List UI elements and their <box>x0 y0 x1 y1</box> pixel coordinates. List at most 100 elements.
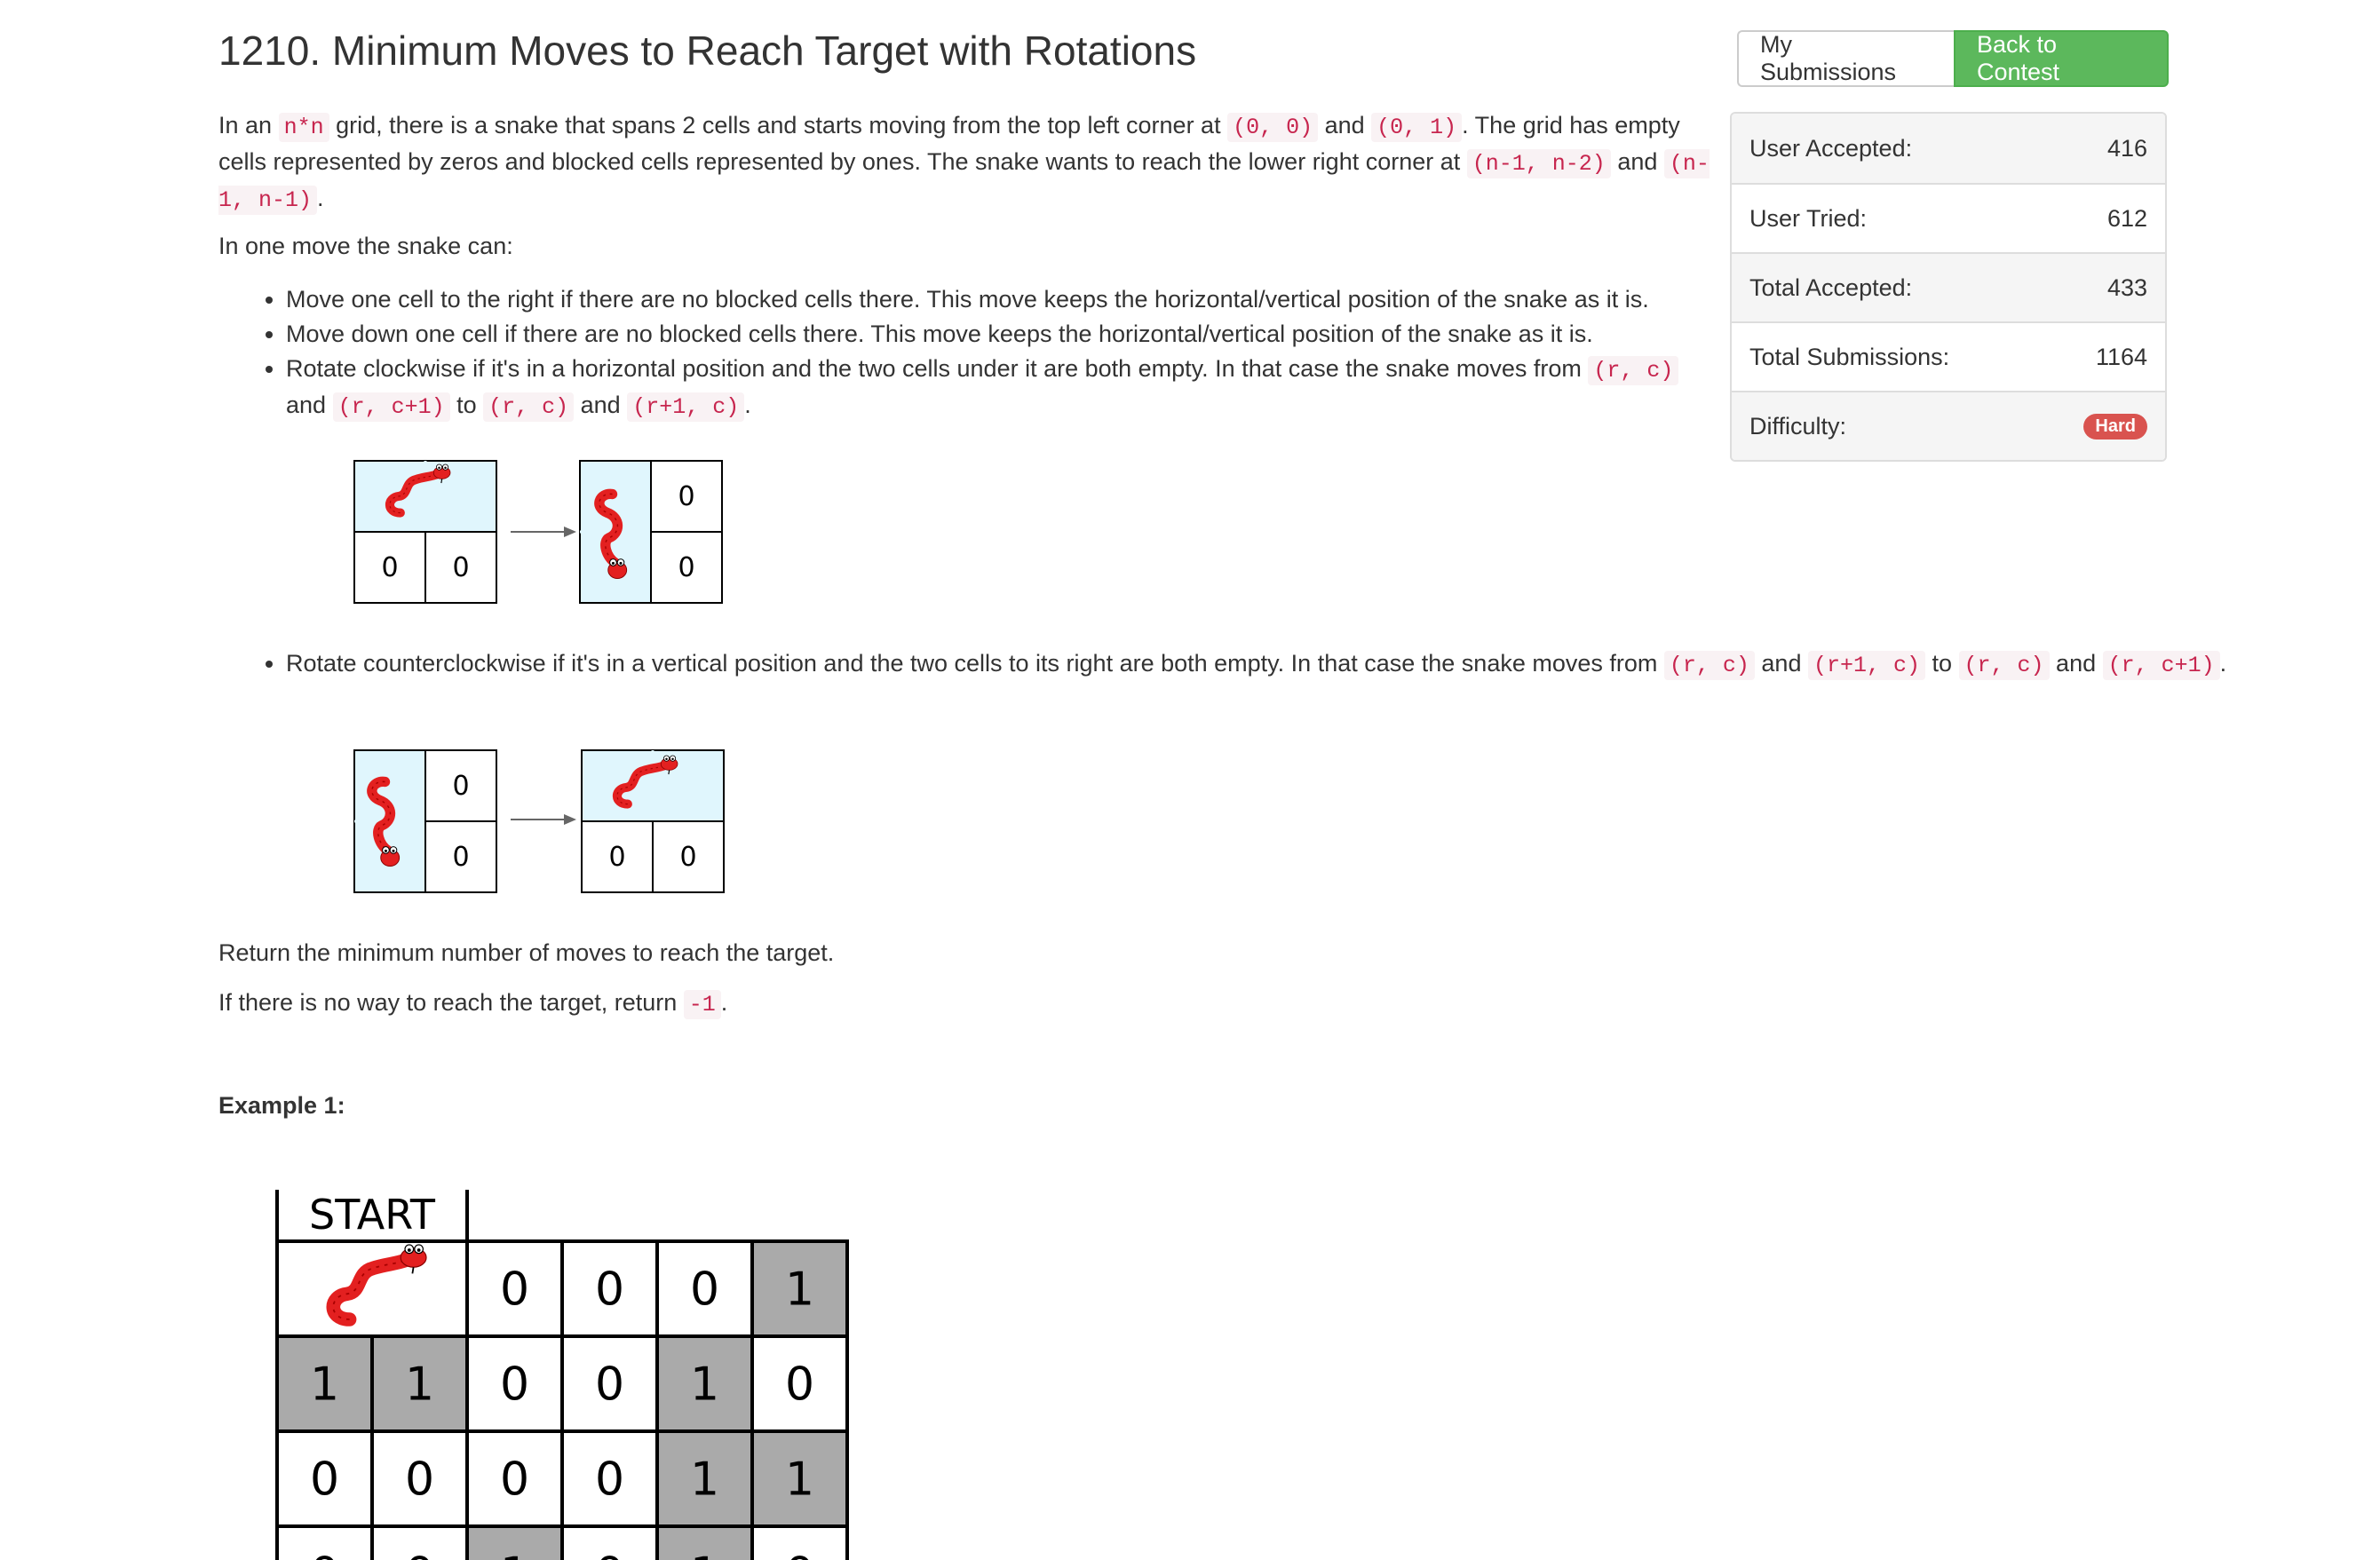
cell-value: 0 <box>678 552 694 583</box>
inline-code: (0, 0) <box>1227 113 1319 142</box>
grid-cell <box>581 749 654 822</box>
stat-value: 433 <box>2106 273 2147 301</box>
text-run: Move one cell to the right if there are … <box>286 286 1649 313</box>
return-text: Return the minimum number of moves to re… <box>218 939 835 966</box>
text-run: . <box>2219 650 2227 677</box>
cell-value: 0 <box>452 771 469 802</box>
cell-value: 0 <box>679 842 696 873</box>
text-run: . <box>720 989 728 1016</box>
back-to-contest-button[interactable]: Back to Contest <box>1954 30 2169 87</box>
text-run: to <box>1925 650 1959 677</box>
example-1-grid: START 0 0 0 1 1 1 0 0 1 0 0 0 0 0 1 1 0 0 1 0 1 0 <box>275 1190 849 1560</box>
inline-code: (r+1, c) <box>1807 651 1925 680</box>
moves-list-ccw: Rotate counterclockwise if it's in a ver… <box>218 646 2231 683</box>
example-cell-value: 0 <box>595 1358 624 1412</box>
example-cell-value: 0 <box>595 1263 624 1317</box>
problem-title: 1210. Minimum Moves to Reach Target with… <box>218 28 1197 74</box>
text-run: Rotate clockwise if it's in a horizontal… <box>286 355 1589 382</box>
move-item: Move one cell to the right if there are … <box>286 282 1725 317</box>
problem-description: In an n*n grid, there is a snake that sp… <box>218 108 1710 218</box>
move-item: Rotate clockwise if it's in a horizontal… <box>286 352 1725 424</box>
text-run: Rotate counterclockwise if it's in a ver… <box>286 650 1664 677</box>
text-run: and <box>1754 650 1808 677</box>
stat-label: Difficulty: <box>1749 412 1847 439</box>
start-label: START <box>309 1191 436 1239</box>
text-run: and <box>1610 148 1664 175</box>
example-cell-value: 0 <box>595 1548 624 1560</box>
move-item: Move down one cell if there are no block… <box>286 317 1725 352</box>
cell-value: 0 <box>381 552 398 583</box>
stat-label: Total Accepted: <box>1749 273 1913 301</box>
header-buttons: My Submissions Back to Contest <box>1737 30 2169 87</box>
stat-value: 1164 <box>2095 343 2147 370</box>
text-run: In an <box>218 112 279 139</box>
example-cell-value: 1 <box>405 1358 434 1412</box>
moves-list: Move one cell to the right if there are … <box>218 282 1725 424</box>
cell-value: 0 <box>452 552 469 583</box>
stat-value: 416 <box>2106 134 2147 162</box>
inline-code: (r, c) <box>1663 651 1755 680</box>
stat-total-submissions: Total Submissions: 1164 <box>1732 321 2165 391</box>
example-cell-value: 0 <box>310 1548 339 1560</box>
stat-label: User Accepted: <box>1749 134 1913 162</box>
example-cell-value: 1 <box>690 1453 719 1507</box>
inline-code: n*n <box>278 113 329 142</box>
example-cell-value: 0 <box>405 1548 434 1560</box>
text-run: grid, there is a snake that spans 2 cell… <box>329 112 1228 139</box>
text-run: to <box>449 392 484 418</box>
example-cell-value: 1 <box>500 1548 529 1560</box>
example-cell-value: 0 <box>405 1453 434 1507</box>
example-cell-value: 1 <box>785 1263 814 1317</box>
example-cell-value: 0 <box>500 1358 529 1412</box>
example-cell-value: 0 <box>785 1548 814 1560</box>
my-submissions-button[interactable]: My Submissions <box>1737 30 1954 87</box>
text-run: If there is no way to reach the target, … <box>218 989 684 1016</box>
intro-paragraph: In an n*n grid, there is a snake that sp… <box>218 108 1719 218</box>
stats-panel: User Accepted: 416 User Tried: 612 Total… <box>1730 112 2167 462</box>
inline-code: -1 <box>683 990 721 1019</box>
stat-value: 612 <box>2106 204 2147 232</box>
inline-code: (r, c+1) <box>2102 651 2220 680</box>
text-run: and <box>1318 112 1372 139</box>
text-run: . <box>744 392 751 418</box>
no-way-text: If there is no way to reach the target, … <box>218 989 728 1019</box>
text-run: Move down one cell if there are no block… <box>286 321 1593 347</box>
example-snake-cell <box>275 1239 469 1338</box>
inline-code: (r+1, c) <box>627 392 745 422</box>
text-run: and <box>574 392 628 418</box>
inline-code: (r, c) <box>1958 651 2050 680</box>
rotate-clockwise-diagram: 0 0 0 0 <box>353 460 723 604</box>
text-run: and <box>286 392 333 418</box>
inline-code: (r, c) <box>1588 356 1679 385</box>
inline-code: (n-1, n-2) <box>1466 149 1611 178</box>
rotate-counterclockwise-diagram: 0 0 0 0 <box>353 749 725 893</box>
stat-label: User Tried: <box>1749 204 1868 232</box>
difficulty-badge: Hard <box>2083 413 2147 439</box>
example-cell-value: 0 <box>500 1453 529 1507</box>
example-cell-value: 0 <box>785 1358 814 1412</box>
example-cell-value: 0 <box>310 1453 339 1507</box>
move-item: Rotate counterclockwise if it's in a ver… <box>286 646 2231 683</box>
cell-value: 0 <box>452 842 469 873</box>
example-cell-value: 0 <box>690 1263 719 1317</box>
example-cell-value: 1 <box>690 1548 719 1560</box>
example-cell-value: 1 <box>690 1358 719 1412</box>
stat-user-tried: User Tried: 612 <box>1732 183 2165 252</box>
text-run: . <box>317 185 324 211</box>
text-run: and <box>2049 650 2103 677</box>
stat-user-accepted: User Accepted: 416 <box>1732 114 2165 183</box>
cell-value: 0 <box>608 842 625 873</box>
inline-code: (r, c+1) <box>332 392 450 422</box>
stat-difficulty: Difficulty: Hard <box>1732 391 2165 460</box>
example-1-title: Example 1: <box>218 1092 345 1119</box>
example-cell-value: 0 <box>500 1263 529 1317</box>
one-move-text: In one move the snake can: <box>218 233 513 259</box>
inline-code: (0, 1) <box>1371 113 1463 142</box>
arrow-head-icon <box>564 527 576 537</box>
example-cell-value: 1 <box>785 1453 814 1507</box>
arrow-head-icon <box>564 814 576 825</box>
example-cell-value: 1 <box>310 1358 339 1412</box>
example-cell-value: 0 <box>595 1453 624 1507</box>
inline-code: (r, c) <box>483 392 575 422</box>
cell-value: 0 <box>678 481 694 512</box>
